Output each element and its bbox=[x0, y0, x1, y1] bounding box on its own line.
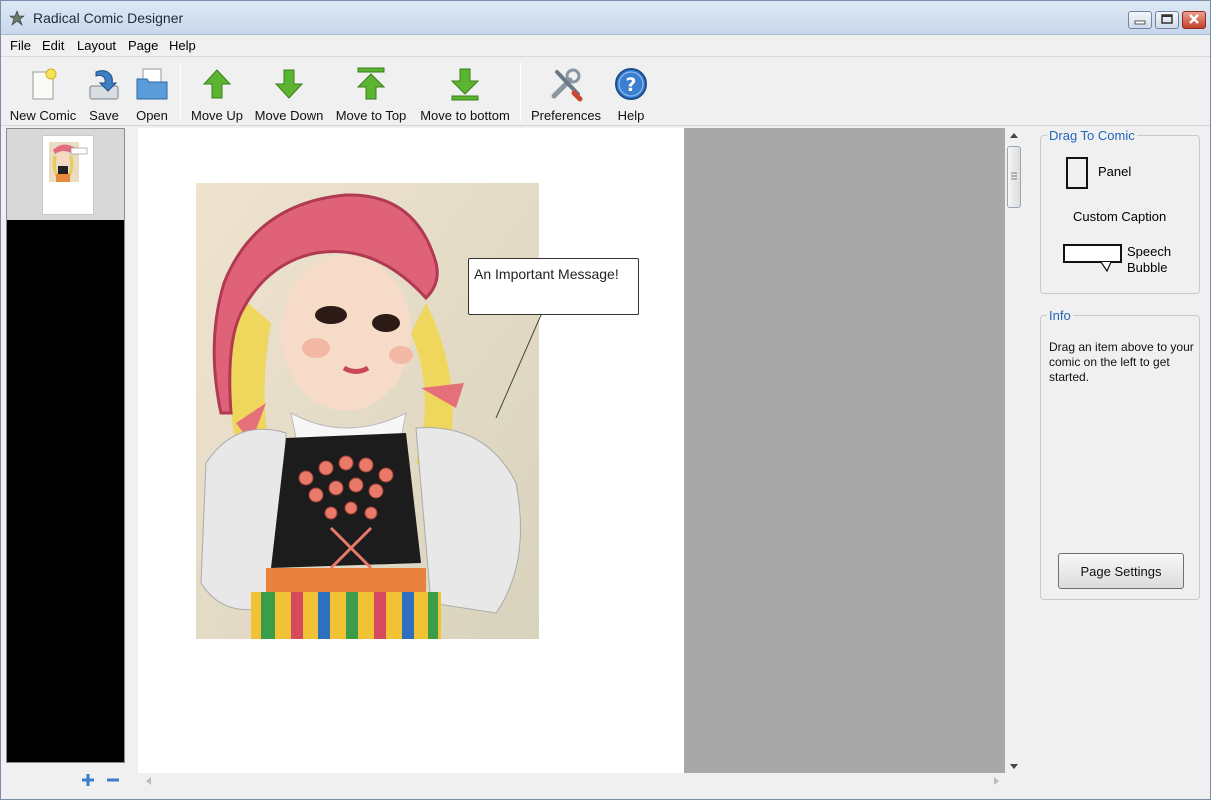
menu-edit[interactable]: Edit bbox=[39, 37, 67, 54]
scroll-right-arrow-icon[interactable] bbox=[993, 776, 1001, 786]
help-button[interactable]: ? Help bbox=[611, 64, 651, 123]
info-panel: Info Drag an item above to your comic on… bbox=[1040, 308, 1200, 600]
preferences-label: Preferences bbox=[530, 108, 602, 123]
minimize-button[interactable] bbox=[1128, 11, 1152, 29]
move-up-button[interactable]: Move Up bbox=[189, 64, 245, 123]
move-down-button[interactable]: Move Down bbox=[253, 64, 325, 123]
panel-label[interactable]: Panel bbox=[1098, 164, 1131, 179]
scroll-up-arrow-icon[interactable] bbox=[1009, 131, 1019, 141]
page-thumbnail-image bbox=[49, 142, 88, 182]
app-icon bbox=[9, 10, 25, 26]
save-button[interactable]: Save bbox=[83, 64, 125, 123]
scroll-down-arrow-icon[interactable] bbox=[1009, 761, 1019, 771]
move-to-bottom-button[interactable]: Move to bottom bbox=[417, 64, 513, 123]
move-up-label: Move Up bbox=[190, 108, 244, 123]
custom-caption-item[interactable]: Custom Caption bbox=[1073, 209, 1166, 224]
open-label: Open bbox=[136, 108, 168, 123]
arrow-top-icon bbox=[356, 67, 386, 100]
arrow-down-icon bbox=[274, 69, 304, 99]
help-label: Help bbox=[617, 108, 645, 123]
arrow-up-icon bbox=[202, 69, 232, 99]
speech-bubble[interactable]: An Important Message! bbox=[468, 258, 639, 315]
new-comic-label: New Comic bbox=[9, 108, 77, 123]
help-icon: ? bbox=[615, 68, 647, 100]
arrow-bottom-icon bbox=[450, 68, 480, 101]
preferences-button[interactable]: Preferences bbox=[529, 64, 603, 123]
speech-bubble-shape-icon[interactable] bbox=[1063, 244, 1123, 274]
comic-page[interactable]: An Important Message! bbox=[138, 128, 684, 773]
title-bar[interactable]: Radical Comic Designer bbox=[1, 1, 1210, 35]
new-comic-icon bbox=[32, 68, 57, 100]
vertical-scrollbar[interactable] bbox=[1005, 128, 1023, 773]
page-settings-button[interactable]: Page Settings bbox=[1058, 553, 1184, 589]
menu-layout[interactable]: Layout bbox=[74, 37, 119, 54]
close-icon bbox=[1189, 14, 1199, 24]
minimize-icon bbox=[1134, 20, 1146, 25]
speech-bubble-label[interactable]: Speech Bubble bbox=[1127, 244, 1187, 276]
move-down-label: Move Down bbox=[254, 108, 324, 123]
window-title: Radical Comic Designer bbox=[33, 10, 184, 26]
remove-page-icon[interactable] bbox=[105, 772, 121, 788]
comic-canvas-area[interactable]: An Important Message! bbox=[138, 128, 1005, 773]
speech-bubble-text[interactable]: An Important Message! bbox=[474, 266, 619, 282]
info-title: Info bbox=[1047, 308, 1073, 323]
vertical-scroll-thumb[interactable] bbox=[1007, 146, 1021, 208]
maximize-button[interactable] bbox=[1155, 11, 1179, 29]
add-page-icon[interactable] bbox=[80, 772, 96, 788]
save-label: Save bbox=[89, 108, 119, 123]
tools-icon bbox=[551, 68, 583, 102]
move-to-top-label: Move to Top bbox=[335, 108, 407, 123]
panel-shape-icon[interactable] bbox=[1066, 157, 1088, 189]
page-thumbnail-item[interactable] bbox=[7, 129, 124, 220]
horizontal-scrollbar[interactable] bbox=[138, 773, 1005, 789]
toolbar-separator bbox=[180, 62, 181, 122]
toolbar-separator bbox=[520, 62, 521, 122]
menu-bar: File Edit Layout Page Help bbox=[1, 35, 1210, 57]
info-text: Drag an item above to your comic on the … bbox=[1049, 340, 1194, 384]
drag-to-comic-title: Drag To Comic bbox=[1047, 128, 1137, 143]
open-button[interactable]: Open bbox=[131, 64, 173, 123]
new-comic-button[interactable]: New Comic bbox=[9, 64, 77, 123]
page-thumbnail bbox=[42, 135, 94, 215]
app-window: Radical Comic Designer File Edit Layout … bbox=[0, 0, 1211, 800]
move-to-top-button[interactable]: Move to Top bbox=[332, 64, 410, 123]
scroll-left-arrow-icon[interactable] bbox=[144, 776, 152, 786]
svg-text:?: ? bbox=[625, 74, 636, 96]
comic-image-panel[interactable] bbox=[196, 183, 539, 639]
move-to-bottom-label: Move to bottom bbox=[420, 108, 510, 123]
maximize-icon bbox=[1161, 14, 1173, 24]
menu-file[interactable]: File bbox=[7, 37, 34, 54]
close-button[interactable] bbox=[1182, 11, 1206, 29]
menu-help[interactable]: Help bbox=[166, 37, 199, 54]
menu-page[interactable]: Page bbox=[125, 37, 161, 54]
toolbar: New Comic Save Open Move Up Move Down Mo… bbox=[1, 58, 1210, 126]
save-icon bbox=[89, 70, 119, 100]
page-list[interactable] bbox=[6, 128, 125, 763]
open-folder-icon bbox=[136, 68, 168, 100]
drag-to-comic-panel: Drag To Comic Panel Custom Caption Speec… bbox=[1040, 128, 1200, 294]
grip-icon bbox=[1011, 172, 1017, 180]
